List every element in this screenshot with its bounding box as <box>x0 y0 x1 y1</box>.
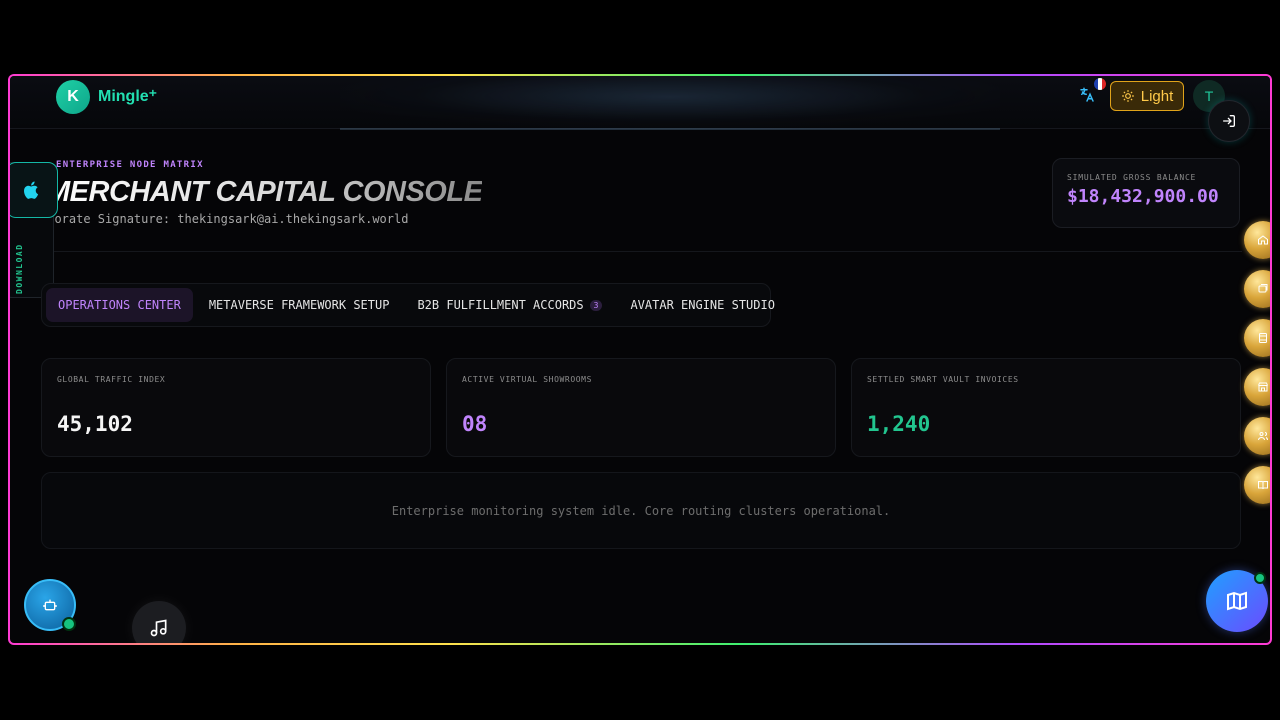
side-nav-home[interactable] <box>1244 221 1270 259</box>
tab-label: B2B FULFILLMENT ACCORDS <box>417 298 584 312</box>
section-tabs: OPERATIONS CENTER METAVERSE FRAMEWORK SE… <box>41 283 775 327</box>
stat-card-virtual-showrooms: ACTIVE VIRTUAL SHOWROOMS 08 <box>446 358 836 457</box>
robot-icon <box>43 599 57 611</box>
apple-icon <box>24 181 39 199</box>
tab-label: METAVERSE FRAMEWORK SETUP <box>208 298 390 312</box>
tab-label: OPERATIONS CENTER <box>58 298 181 312</box>
stat-value: 08 <box>462 412 488 436</box>
side-nav-store[interactable] <box>1244 368 1270 406</box>
login-button[interactable] <box>1208 100 1250 142</box>
book-icon <box>1258 481 1268 490</box>
tab-metaverse-framework-setup[interactable]: METAVERSE FRAMEWORK SETUP <box>197 288 402 322</box>
stat-card-global-traffic: GLOBAL TRAFFIC INDEX 45,102 <box>41 358 431 457</box>
storefront-icon <box>1258 382 1268 392</box>
stat-label: ACTIVE VIRTUAL SHOWROOMS <box>462 375 592 384</box>
tab-count-badge: 3 <box>589 299 603 311</box>
translate-icon[interactable] <box>1078 86 1096 104</box>
stat-label: SETTLED SMART VAULT INVOICES <box>867 375 1019 384</box>
brand-name[interactable]: Mingle⁺ <box>98 86 157 106</box>
tab-operations-center[interactable]: OPERATIONS CENTER <box>46 288 193 322</box>
system-status-panel: Enterprise monitoring system idle. Core … <box>41 472 1241 549</box>
tab-label: AVATAR ENGINE STUDIO <box>630 298 775 312</box>
cards-icon <box>1258 284 1268 293</box>
notification-dot <box>1254 572 1266 584</box>
apple-download-button[interactable] <box>10 162 58 218</box>
page-eyebrow: ENTERPRISE NODE MATRIX <box>56 160 204 170</box>
globe-banner <box>340 76 1000 130</box>
side-nav-users[interactable] <box>1244 417 1270 455</box>
theme-toggle-label: Light <box>1140 87 1174 105</box>
film-icon <box>1259 333 1267 343</box>
users-icon <box>1258 432 1268 441</box>
home-icon <box>1258 235 1268 245</box>
stat-label: GLOBAL TRAFFIC INDEX <box>57 375 166 384</box>
login-icon <box>1223 115 1235 127</box>
tab-b2b-fulfillment-accords[interactable]: B2B FULFILLMENT ACCORDS 3 <box>405 288 614 322</box>
stat-card-vault-invoices: SETTLED SMART VAULT INVOICES 1,240 <box>851 358 1241 457</box>
header-divider <box>46 251 1242 252</box>
map-icon <box>1227 591 1247 611</box>
side-nav-film[interactable] <box>1244 319 1270 357</box>
sun-icon <box>1121 90 1134 102</box>
top-header: K Mingle⁺ Light T <box>10 76 1270 130</box>
download-label: DOWNLOAD <box>15 243 24 294</box>
corporate-signature: rporate Signature: thekingsark@ai.thekin… <box>40 212 409 226</box>
system-status-message: Enterprise monitoring system idle. Core … <box>391 503 891 518</box>
stat-value: 45,102 <box>57 412 133 436</box>
music-note-icon <box>150 619 167 637</box>
stat-value: 1,240 <box>867 412 931 436</box>
balance-card: SIMULATED GROSS BALANCE $18,432,900.00 <box>1052 158 1240 228</box>
tab-avatar-engine-studio[interactable]: AVATAR ENGINE STUDIO <box>618 288 787 322</box>
theme-toggle-button[interactable]: Light <box>1110 81 1184 111</box>
online-status-dot <box>62 617 76 631</box>
french-flag-icon <box>1093 77 1107 91</box>
logo-badge[interactable]: K <box>56 80 90 114</box>
music-player-button[interactable] <box>132 601 186 643</box>
balance-value: $18,432,900.00 <box>1067 186 1219 207</box>
app-frame: K Mingle⁺ Light T ENTERPRISE NODE MATRIX… <box>8 74 1272 645</box>
balance-label: SIMULATED GROSS BALANCE <box>1067 173 1197 182</box>
side-nav-cards[interactable] <box>1244 270 1270 308</box>
side-nav-book[interactable] <box>1244 466 1270 504</box>
page-title: MERCHANT CAPITAL CONSOLE <box>46 176 483 208</box>
